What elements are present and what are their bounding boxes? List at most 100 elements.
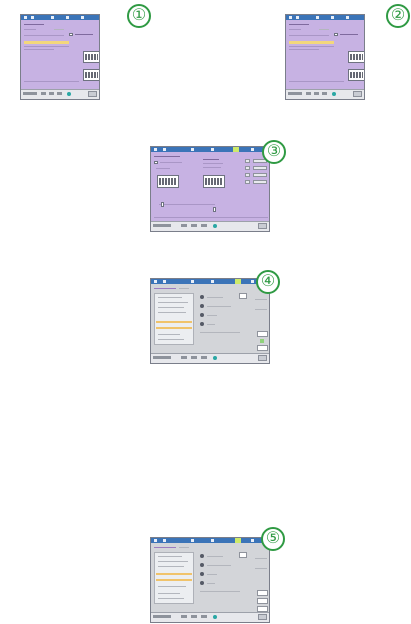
selected-list-item[interactable] xyxy=(156,573,192,575)
toolbar-icon[interactable] xyxy=(24,16,27,19)
toolbar-icon[interactable] xyxy=(191,148,194,151)
toolbar-icon[interactable] xyxy=(154,280,157,283)
selected-list-item[interactable] xyxy=(156,579,192,581)
field-line xyxy=(54,29,64,30)
toolbar-icon[interactable] xyxy=(66,16,69,19)
tab-line[interactable] xyxy=(179,288,189,289)
toolbar-icon[interactable] xyxy=(154,539,157,542)
field-line xyxy=(207,583,215,584)
file-list[interactable] xyxy=(154,293,194,345)
file-list[interactable] xyxy=(154,552,194,604)
status-dot-icon xyxy=(213,615,217,619)
field-line xyxy=(207,297,223,298)
side-button[interactable] xyxy=(245,180,250,184)
toolbar-icon[interactable] xyxy=(289,16,292,19)
toolbar-icon[interactable] xyxy=(296,16,299,19)
divider xyxy=(154,217,268,218)
toolbar-icon[interactable] xyxy=(163,148,166,151)
grip-icon[interactable] xyxy=(200,304,204,308)
toolbar-icon[interactable] xyxy=(251,539,254,542)
status-button[interactable] xyxy=(258,355,267,361)
action-button[interactable] xyxy=(257,590,268,596)
selected-list-item[interactable] xyxy=(156,327,192,329)
side-button[interactable] xyxy=(245,159,250,163)
toolbar-icon[interactable] xyxy=(51,16,54,19)
slider-handle[interactable] xyxy=(213,207,216,212)
status-dot-icon xyxy=(213,356,217,360)
grip-icon[interactable] xyxy=(200,581,204,585)
header-line xyxy=(24,29,36,30)
status-button[interactable] xyxy=(258,223,267,229)
preview-box[interactable] xyxy=(239,293,247,299)
side-button[interactable] xyxy=(245,166,250,170)
field-line xyxy=(319,29,329,30)
toolbar-icon[interactable] xyxy=(81,16,84,19)
toolbar-icon[interactable] xyxy=(211,539,214,542)
field-line xyxy=(207,565,231,566)
selected-row[interactable] xyxy=(289,41,334,44)
screenshot-2 xyxy=(285,14,365,100)
selected-row[interactable] xyxy=(24,41,69,44)
side-button[interactable] xyxy=(245,173,250,177)
side-button[interactable] xyxy=(253,166,267,170)
active-tab[interactable] xyxy=(235,538,241,543)
toolbar-icon[interactable] xyxy=(211,280,214,283)
field-line xyxy=(207,574,217,575)
action-button[interactable] xyxy=(257,345,268,351)
status-button[interactable] xyxy=(353,91,362,97)
slider-track[interactable] xyxy=(159,204,215,205)
tab-line[interactable] xyxy=(154,547,176,548)
grip-icon[interactable] xyxy=(200,295,204,299)
title-bar xyxy=(151,279,269,284)
callout-2: ② xyxy=(386,4,410,28)
side-button[interactable] xyxy=(253,180,267,184)
field-line xyxy=(200,332,240,333)
toolbar-icon[interactable] xyxy=(331,16,334,19)
text-line xyxy=(289,49,319,50)
toolbar-icon[interactable] xyxy=(211,148,214,151)
action-button[interactable] xyxy=(257,598,268,604)
status-button[interactable] xyxy=(88,91,97,97)
active-tab[interactable] xyxy=(235,279,241,284)
info-line xyxy=(203,167,221,168)
action-button[interactable] xyxy=(257,331,268,337)
tab-line[interactable] xyxy=(179,547,189,548)
option-checkbox[interactable] xyxy=(69,33,73,36)
toolbar-icon[interactable] xyxy=(346,16,349,19)
status-button[interactable] xyxy=(258,614,267,620)
toolbar-icon[interactable] xyxy=(31,16,34,19)
header-line xyxy=(289,29,301,30)
toolbar-icon[interactable] xyxy=(251,148,254,151)
status-cell xyxy=(41,92,46,95)
status-cell xyxy=(191,615,197,618)
side-button[interactable] xyxy=(253,173,267,177)
grip-icon[interactable] xyxy=(200,322,204,326)
toolbar-icon[interactable] xyxy=(154,148,157,151)
toolbar-icon[interactable] xyxy=(191,539,194,542)
tab-line[interactable] xyxy=(154,288,176,289)
toolbar-icon[interactable] xyxy=(163,280,166,283)
field-line xyxy=(200,591,240,592)
screenshot-1 xyxy=(20,14,100,100)
confirm-icon[interactable] xyxy=(260,339,264,343)
grip-icon[interactable] xyxy=(200,563,204,567)
side-line xyxy=(255,568,267,569)
screenshot-4 xyxy=(150,278,270,364)
toolbar-icon[interactable] xyxy=(163,539,166,542)
toolbar-icon[interactable] xyxy=(191,280,194,283)
header-line xyxy=(154,156,180,157)
status-cell xyxy=(288,92,302,95)
toolbar-icon[interactable] xyxy=(316,16,319,19)
active-tab[interactable] xyxy=(233,147,239,152)
status-cell xyxy=(181,224,187,227)
grip-icon[interactable] xyxy=(200,572,204,576)
slider-handle[interactable] xyxy=(161,202,164,207)
status-bar xyxy=(151,353,269,363)
option-checkbox[interactable] xyxy=(334,33,338,36)
selected-list-item[interactable] xyxy=(156,321,192,323)
grip-icon[interactable] xyxy=(200,313,204,317)
option-checkbox[interactable] xyxy=(154,161,158,164)
toolbar-icon[interactable] xyxy=(251,280,254,283)
preview-box[interactable] xyxy=(239,552,247,558)
grip-icon[interactable] xyxy=(200,554,204,558)
